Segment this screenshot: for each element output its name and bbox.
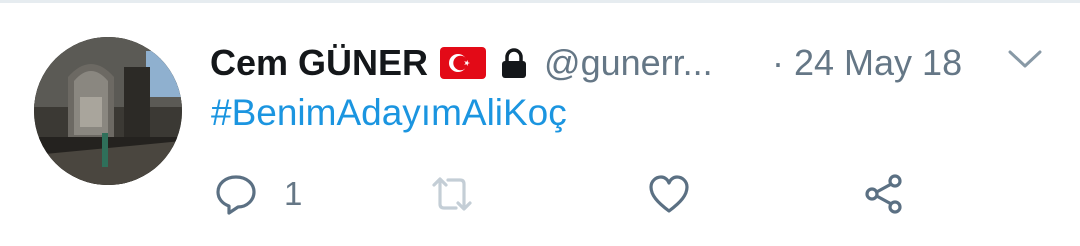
author-handle[interactable]: @gunerr...	[544, 42, 713, 84]
timestamp[interactable]: · 24 May 18	[772, 38, 962, 88]
heart-icon	[649, 175, 689, 213]
reply-count: 1	[284, 175, 303, 212]
reply-icon	[216, 175, 256, 215]
tweet-header: Cem GÜNER @gunerr...	[210, 38, 713, 88]
turkish-flag-icon	[440, 47, 487, 79]
chevron-down-icon[interactable]	[1007, 44, 1043, 74]
avatar-photo	[34, 37, 182, 185]
retweet-button[interactable]	[430, 170, 474, 218]
share-button[interactable]	[862, 170, 906, 218]
share-icon	[865, 174, 902, 214]
reply-button[interactable]: 1	[214, 170, 302, 218]
top-divider	[0, 0, 1080, 3]
hashtag-link[interactable]: #BenimAdayımAliKoç	[211, 92, 567, 134]
like-button[interactable]	[647, 170, 691, 218]
author-name[interactable]: Cem GÜNER	[210, 42, 428, 84]
retweet-icon	[432, 177, 472, 211]
lock-icon	[502, 48, 527, 78]
avatar[interactable]	[34, 37, 182, 185]
